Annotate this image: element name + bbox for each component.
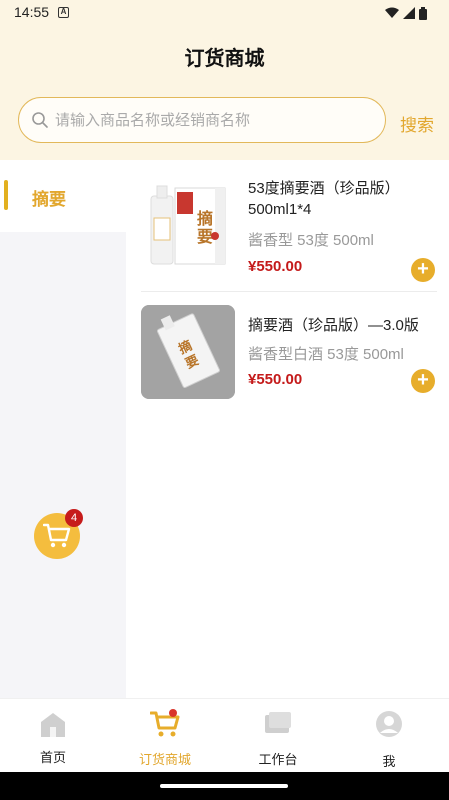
product-card[interactable]: 摘 要 摘要酒（珍品版）—3.0版 酱香型白酒 53度 500ml ¥550.0… [141, 305, 437, 405]
home-gesture-handle[interactable] [160, 784, 288, 788]
svg-text:摘: 摘 [197, 209, 213, 228]
signal-icon [403, 7, 415, 19]
status-time: 14:55 [14, 4, 50, 20]
product-price: ¥550.00 [248, 371, 303, 388]
product-name: 摘要酒（珍品版）—3.0版 [248, 317, 419, 334]
nav-label: 订货商城 [138, 752, 191, 767]
product-card[interactable]: 摘 要 53度摘要酒（珍品版）500ml1*4 酱香型 53度 500ml ¥5… [141, 178, 437, 292]
add-to-cart-button[interactable]: + [411, 369, 435, 393]
category-sidebar: 摘要 [0, 160, 126, 698]
search-button[interactable]: 搜索 [400, 111, 434, 136]
product-spec: 酱香型 53度 500ml [248, 232, 374, 249]
nav-item-me[interactable]: 我 [344, 699, 434, 773]
floating-cart-button[interactable]: 4 [34, 509, 83, 559]
status-icons [385, 6, 427, 20]
search-icon [32, 112, 48, 128]
workbench-icon [265, 712, 291, 733]
system-gesture-bar [0, 772, 449, 800]
notification-icon: A [58, 7, 69, 18]
nav-label: 工作台 [258, 752, 298, 767]
svg-text:要: 要 [197, 227, 213, 246]
category-item-zhaiyao[interactable]: 摘要 [0, 160, 126, 232]
search-box[interactable] [18, 97, 386, 143]
cart-count-badge: 4 [65, 509, 83, 527]
user-icon [376, 711, 402, 737]
nav-label: 我 [382, 754, 396, 769]
status-bar: 14:55 A [0, 0, 449, 28]
wifi-icon [385, 7, 399, 18]
bottom-navigation: 首页 订货商城 工作台 我 [0, 698, 449, 772]
shopping-cart-icon [150, 709, 180, 737]
product-image: 摘 要 [141, 305, 235, 399]
home-icon [41, 713, 65, 737]
category-label: 摘要 [32, 190, 66, 209]
add-to-cart-button[interactable]: + [411, 258, 435, 282]
nav-item-workbench[interactable]: 工作台 [233, 699, 323, 773]
nav-item-home[interactable]: 首页 [8, 699, 98, 773]
category-selected-indicator [4, 180, 8, 210]
nav-item-shop[interactable]: 订货商城 [120, 699, 210, 773]
product-image: 摘 要 [141, 178, 235, 272]
nav-label: 首页 [39, 750, 66, 765]
battery-icon [419, 6, 427, 20]
shopping-cart-icon [43, 523, 71, 548]
product-name: 53度摘要酒（珍品版）500ml1*4 [248, 180, 400, 218]
search-input[interactable] [55, 111, 355, 129]
product-spec: 酱香型白酒 53度 500ml [248, 346, 404, 363]
product-price: ¥550.00 [248, 258, 303, 275]
page-title: 订货商城 [184, 48, 265, 70]
